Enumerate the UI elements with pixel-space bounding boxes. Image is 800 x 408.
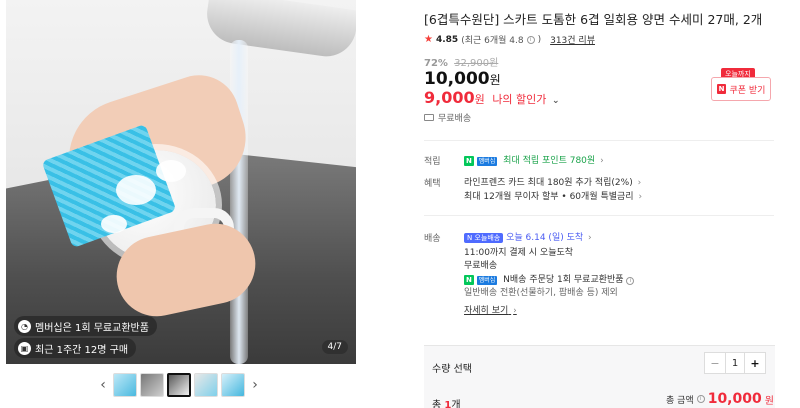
delivery-return-text: N배송 주문당 1회 무료교환반품 <box>503 275 624 285</box>
thumbnail-2[interactable] <box>140 373 164 397</box>
cart-icon: ▣ <box>18 341 31 355</box>
delivery-return-row: N 멤버십 N배송 주문당 1회 무료교환반품 i <box>464 272 635 285</box>
my-discount-price[interactable]: 9,000원 나의 할인가 ⌄ <box>424 88 560 107</box>
thumbnail-4[interactable] <box>194 373 218 397</box>
sale-price: 10,000원 <box>424 69 501 89</box>
recent-purchase-badge: ▣ 최근 1주간 12명 구매 <box>14 338 137 358</box>
membership-badge-icon: 멤버십 <box>476 276 498 285</box>
my-price-unit: 원 <box>474 93 485 106</box>
star-icon: ★ <box>424 34 433 45</box>
quantity-panel: 수량 선택 − 1 + 총 1개 총 금액 i 10,000 원 <box>424 345 775 408</box>
total-count: 총 1개 <box>432 396 461 408</box>
product-title: [6겹특수원단] 스카트 도톰한 6겹 일회용 양면 수세미 27매, 2개 <box>424 12 763 27</box>
benefit-line-1[interactable]: 라인프렌즈 카드 최대 180원 추가 적립(2%) › <box>464 175 641 188</box>
shipping-summary-text: 무료배송 <box>438 114 472 124</box>
npay-icon: N <box>464 275 474 285</box>
my-price-label: 나의 할인가 <box>492 93 547 106</box>
thumbnail-next-arrow[interactable]: › <box>248 377 262 393</box>
shipping-summary: 무료배송 <box>424 111 471 124</box>
quantity-plus-button[interactable]: + <box>745 353 765 373</box>
faucet-illustration <box>203 0 356 61</box>
total-count-suffix: 개 <box>451 400 461 408</box>
benefit-text-1: 라인프렌즈 카드 최대 180원 추가 적립(2%) <box>464 178 633 188</box>
info-icon[interactable]: i <box>626 277 635 285</box>
thumbnail-5[interactable] <box>221 373 245 397</box>
image-page-counter: 4/7 <box>321 340 348 354</box>
delivery-more-text: 자세히 보기 <box>464 306 509 316</box>
sale-price-value: 10,000 <box>424 69 490 89</box>
delivery-cutoff: 11:00까지 결제 시 오늘도착 <box>464 248 574 258</box>
thumbnail-1[interactable] <box>113 373 137 397</box>
quantity-minus-button[interactable]: − <box>705 353 725 373</box>
info-icon[interactable]: i <box>696 395 705 403</box>
sale-price-unit: 원 <box>489 73 501 87</box>
rating-note-close: ) <box>537 34 542 45</box>
benefit-label: 혜택 <box>424 179 441 189</box>
rating-value: 4.85 <box>435 34 459 45</box>
rating-row: ★ 4.85 (최근 6개월 4.8 i) 313건 리뷰 <box>424 33 595 46</box>
delivery-exception: 일반배송 전환(선물하기, 팝배송 등) 제외 <box>464 288 618 298</box>
foam-bubble <box>156 160 186 182</box>
discount-percent: 72% <box>424 58 448 69</box>
chevron-down-icon: ⌄ <box>552 96 560 106</box>
thumbnail-strip: ‹ › <box>96 372 262 398</box>
today-delivery-logo: N 오늘배송 <box>464 233 504 243</box>
delivery-date-row[interactable]: N 오늘배송 오늘 6.14 (일) 도착 › <box>464 230 592 243</box>
quantity-stepper: − 1 + <box>704 352 766 374</box>
truck-icon <box>424 114 434 121</box>
delivery-more-link[interactable]: 자세히 보기 › <box>464 303 517 316</box>
naver-logo-icon: N <box>716 84 727 94</box>
membership-return-badge: ◔ 멤버십은 1회 무료교환반품 <box>14 316 157 336</box>
chevron-right-icon: › <box>638 192 643 202</box>
benefit-line-2[interactable]: 최대 12개월 무이자 할부 • 60개월 특별금리 › <box>464 189 642 202</box>
total-price-amount: 10,000 <box>707 391 762 407</box>
thumbnail-prev-arrow[interactable]: ‹ <box>96 377 110 393</box>
original-price: 32,900원 <box>454 58 499 69</box>
membership-return-text: 멤버십은 1회 무료교환반품 <box>35 322 149 334</box>
total-count-prefix: 총 <box>432 400 442 408</box>
delivery-label: 배송 <box>424 234 441 244</box>
npay-icon: N <box>464 156 474 166</box>
chevron-right-icon: › <box>637 178 642 188</box>
discount-row: 72% 32,900원 <box>424 54 498 69</box>
water-stream <box>230 40 248 364</box>
rating-note: (최근 6개월 4.8 <box>461 36 524 46</box>
points-row[interactable]: N 멤버십 최대 적립 포인트 780원 › <box>464 153 604 166</box>
recent-purchase-text: 최근 1주간 12명 구매 <box>35 344 129 356</box>
benefit-text-2: 최대 12개월 무이자 할부 • 60개월 특별금리 <box>464 192 634 202</box>
quantity-value[interactable]: 1 <box>725 353 745 373</box>
membership-badge-icon: 멤버십 <box>476 157 498 166</box>
info-icon[interactable]: i <box>526 35 535 44</box>
coupon-button[interactable]: N 쿠폰 받기 <box>711 77 771 101</box>
points-label: 적립 <box>424 157 441 167</box>
foam-bubble <box>116 175 156 205</box>
coupon-button-label: 쿠폰 받기 <box>729 85 766 96</box>
total-price-label: 총 금액 <box>666 395 694 406</box>
total-price-unit: 원 <box>764 395 774 407</box>
divider <box>424 140 774 141</box>
chevron-right-icon: › <box>513 306 517 316</box>
delivery-date: 오늘 6.14 (일) 도착 <box>506 233 584 243</box>
delivery-free: 무료배송 <box>464 261 498 271</box>
quantity-label: 수량 선택 <box>432 364 472 375</box>
foam-bubble <box>101 215 127 233</box>
total-price: 총 금액 i 10,000 원 <box>666 391 774 407</box>
product-main-image[interactable]: ◔ 멤버십은 1회 무료교환반품 ▣ 최근 1주간 12명 구매 4/7 <box>6 0 356 364</box>
membership-icon: ◔ <box>18 319 31 333</box>
chevron-right-icon: › <box>588 233 592 243</box>
divider <box>424 215 774 216</box>
thumbnail-3[interactable] <box>167 373 191 397</box>
my-price-value: 9,000 <box>424 88 475 107</box>
chevron-right-icon: › <box>600 156 604 166</box>
review-link[interactable]: 313건 리뷰 <box>550 33 595 46</box>
points-text: 최대 적립 포인트 780원 <box>503 156 596 166</box>
